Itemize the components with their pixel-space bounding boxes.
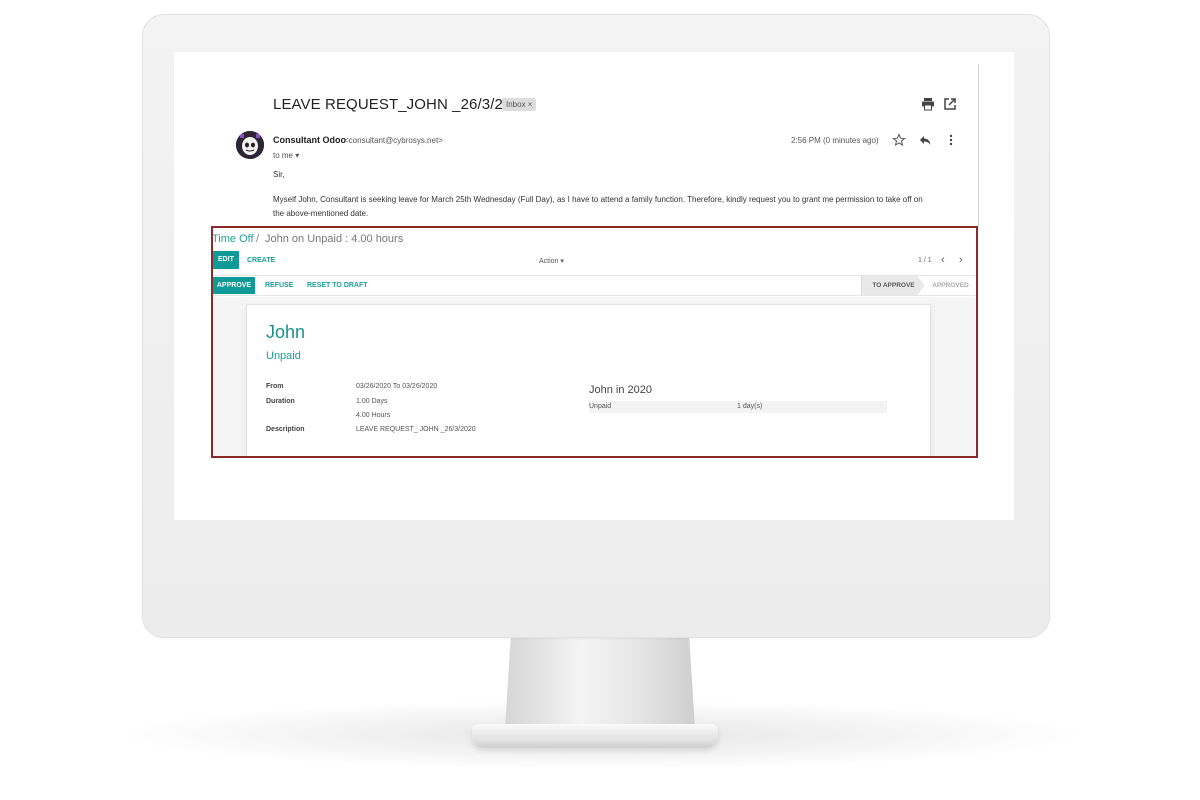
create-button[interactable]: CREATE [247,257,275,264]
approve-button[interactable]: APPROVE [213,277,255,294]
email-subject: LEAVE REQUEST_JOHN _26/3/2020 [273,96,529,113]
email-pane-divider [978,64,979,226]
form-background: John Unpaid From 03/26/2020 To 03/26/202… [213,297,976,456]
stage-approved[interactable]: APPROVED [925,276,976,295]
from-label: From [266,383,284,390]
from-value: 03/26/2020 To 03/26/2020 [356,383,438,390]
email-timestamp: 2:56 PM (0 minutes ago) [791,136,879,145]
reply-icon[interactable] [918,133,932,147]
duration-hours: 4.00 Hours [356,412,391,419]
monitor-stand-base [472,724,718,748]
leave-summary-title: John in 2020 [589,384,652,396]
sender-avatar [236,131,264,159]
reset-to-draft-button[interactable]: RESET TO DRAFT [307,282,368,289]
sender-email: <consultant@cybrosys.net> [344,136,443,145]
recipient-dropdown[interactable]: to me ▾ [273,151,299,160]
more-vert-icon[interactable] [944,133,958,147]
summary-days: 1 day(s) [737,403,763,410]
chevron-right-icon[interactable]: › [959,254,963,266]
description-value: LEAVE REQUEST_ JOHN _26/3/2020 [356,426,476,433]
sender-name: Consultant Odoo [273,135,346,145]
breadcrumb-root[interactable]: Time Off [213,233,254,245]
chevron-left-icon[interactable]: ‹ [941,254,945,266]
email-greeting: Sir, [273,170,285,179]
email-body-line: Myself John, Consultant is seeking leave… [273,195,923,204]
breadcrumb-separator: / [256,233,260,245]
action-dropdown[interactable]: Action ▾ [539,257,564,265]
description-label: Description [266,426,305,433]
duration-days: 1.00 Days [356,398,388,405]
print-icon[interactable] [921,97,935,111]
form-sheet: John Unpaid From 03/26/2020 To 03/26/202… [246,304,931,456]
employee-name[interactable]: John [266,322,305,343]
leave-type[interactable]: Unpaid [266,350,301,362]
star-icon[interactable] [892,133,906,147]
breadcrumb-current: John on Unpaid : 4.00 hours [265,233,404,245]
edit-button[interactable]: EDIT [213,251,239,269]
refuse-button[interactable]: REFUSE [265,282,293,289]
duration-label: Duration [266,398,295,405]
pager-counter: 1 / 1 [918,257,932,264]
open-new-window-icon[interactable] [943,97,957,111]
stage-to-approve[interactable]: TO APPROVE [861,276,925,295]
monitor-stand-neck [505,638,695,728]
summary-leave-type: Unpaid [589,403,612,410]
status-bar: APPROVE REFUSE RESET TO DRAFT TO APPROVE… [213,275,976,296]
email-body-line: the above-mentioned date. [273,209,369,218]
odoo-timeoff-panel: Time Off / John on Unpaid : 4.00 hours E… [211,226,978,458]
inbox-label-chip[interactable]: Inbox × [502,98,537,111]
leave-summary-row: Unpaid 1 day(s) [589,401,887,413]
